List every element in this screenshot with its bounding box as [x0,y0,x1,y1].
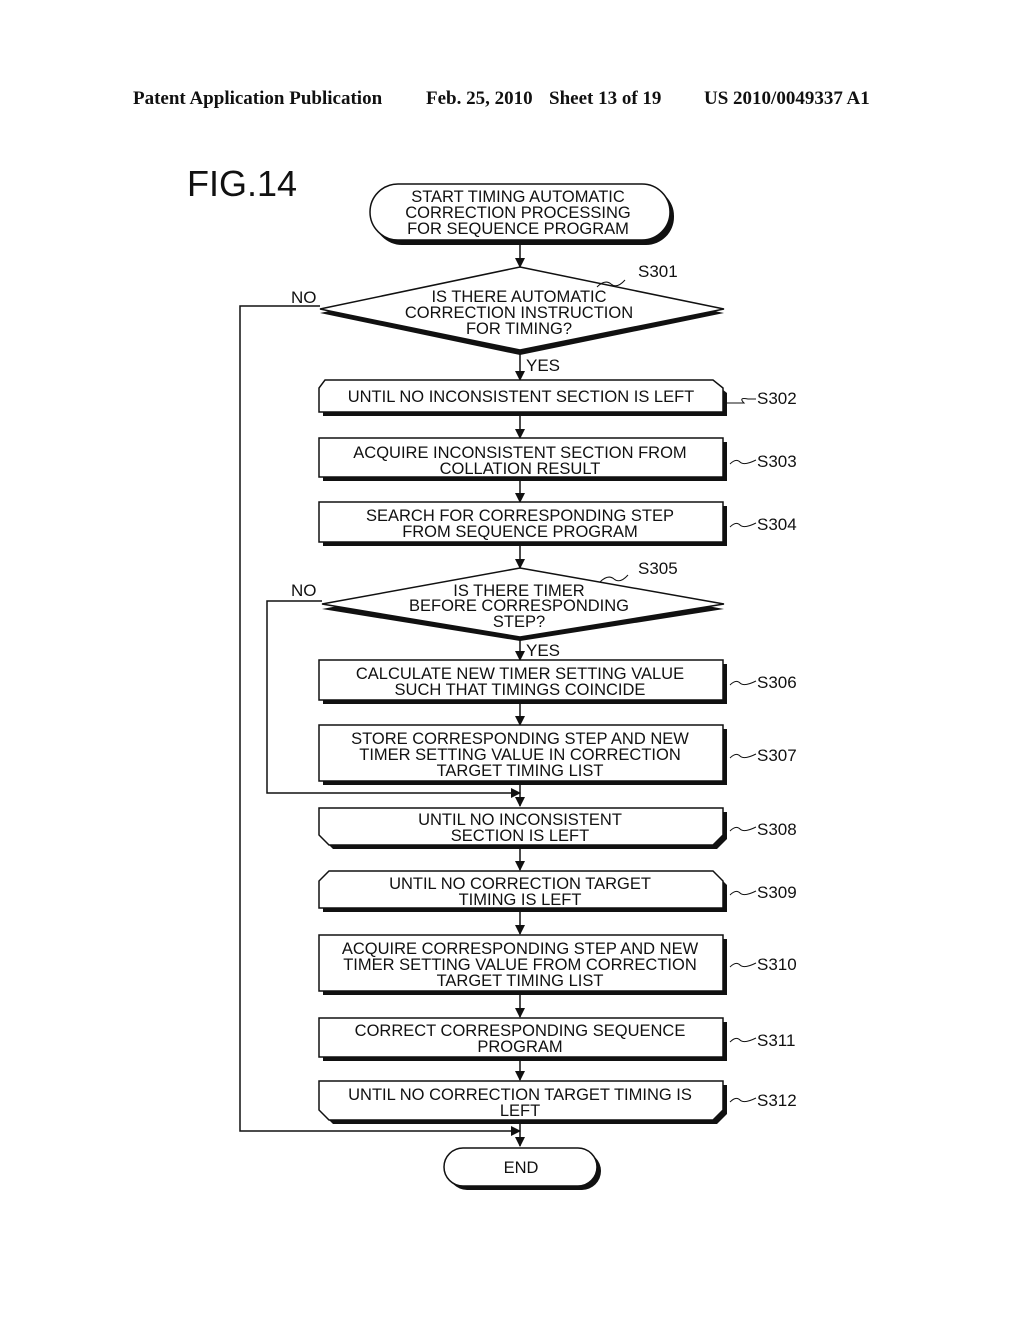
s303-leader [729,459,757,465]
s305-yes-label: YES [526,641,560,660]
process-s304: SEARCH FOR CORRESPONDING STEP FROM SEQUE… [318,501,797,546]
process-s303: ACQUIRE INCONSISTENT SECTION FROM COLLAT… [318,437,797,481]
s305-no-label: NO [291,581,317,600]
s308-leader [729,826,757,832]
s305-leader [599,574,629,583]
flowchart: START TIMING AUTOMATIC CORRECTION PROCES… [239,183,797,1190]
s308-line-2: SECTION IS LEFT [451,827,589,845]
s312-line-2: LEFT [500,1102,540,1120]
loop-start-s302: UNTIL NO INCONSISTENT SECTION IS LEFT S3… [318,379,797,416]
loop-end-s308: UNTIL NO INCONSISTENT SECTION IS LEFT S3… [318,807,797,849]
s310-line-3: TARGET TIMING LIST [437,972,604,990]
s301-step-label: S301 [638,262,678,281]
s301-line-3: FOR TIMING? [466,320,572,338]
s312-step-label: S312 [757,1091,797,1110]
s306-line-2: SUCH THAT TIMINGS COINCIDE [395,681,646,699]
s304-leader [729,522,757,528]
s303-line-2: COLLATION RESULT [440,460,601,478]
s302-step-label: S302 [757,389,797,408]
loop-start-s309: UNTIL NO CORRECTION TARGET TIMING IS LEF… [318,870,797,912]
s311-step-label: S311 [757,1031,795,1050]
start-terminal: START TIMING AUTOMATIC CORRECTION PROCES… [369,183,674,245]
s302-line-1: UNTIL NO INCONSISTENT SECTION IS LEFT [348,388,695,406]
s307-leader [729,753,757,759]
s307-step-label: S307 [757,746,797,765]
s305-step-label: S305 [638,559,678,578]
process-s311: CORRECT CORRESPONDING SEQUENCE PROGRAM S… [318,1017,795,1061]
s301-yes-label: YES [526,356,560,375]
s310-step-label: S310 [757,955,797,974]
process-s306: CALCULATE NEW TIMER SETTING VALUE SUCH T… [318,659,797,704]
s301-no-label: NO [291,288,317,307]
s304-step-label: S304 [757,515,797,534]
end-terminal: END [443,1147,601,1190]
process-s307: STORE CORRESPONDING STEP AND NEW TIMER S… [318,724,797,785]
s304-line-2: FROM SEQUENCE PROGRAM [402,523,638,541]
s308-step-label: S308 [757,820,797,839]
s303-step-label: S303 [757,452,797,471]
s305-line-3: STEP? [493,613,545,631]
loop-end-s312: UNTIL NO CORRECTION TARGET TIMING IS LEF… [318,1080,797,1124]
end-label: END [504,1159,539,1177]
s306-leader [729,680,757,686]
decision-s301: IS THERE AUTOMATIC CORRECTION INSTRUCTIO… [291,262,725,375]
s312-leader [729,1097,757,1103]
s310-leader [729,962,757,968]
s307-line-3: TARGET TIMING LIST [437,762,604,780]
s309-line-2: TIMING IS LEFT [459,891,582,909]
s309-step-label: S309 [757,883,797,902]
s306-step-label: S306 [757,673,797,692]
s311-line-2: PROGRAM [477,1038,562,1056]
decision-s305: IS THERE TIMER BEFORE CORRESPONDING STEP… [291,559,725,660]
no-branch-s301 [239,305,521,1136]
process-s310: ACQUIRE CORRESPONDING STEP AND NEW TIMER… [318,934,797,995]
s302-leader [727,398,756,404]
s311-leader [729,1037,757,1043]
start-line-3: FOR SEQUENCE PROGRAM [407,220,629,238]
s309-leader [729,890,757,896]
